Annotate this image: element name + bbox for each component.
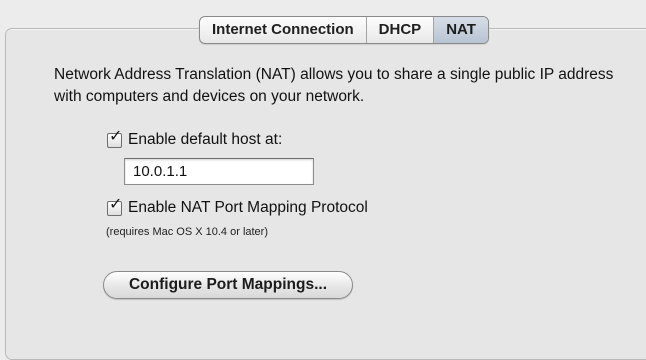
default-host-checkbox-row[interactable]: ✓ Enable default host at: [107,128,283,149]
configure-port-mappings-button[interactable]: Configure Port Mappings... [103,271,353,299]
nat-description: Network Address Translation (NAT) allows… [54,66,614,105]
checkmark-icon: ✓ [109,127,123,145]
checkmark-icon: ✓ [109,195,123,213]
default-host-label: Enable default host at: [128,131,283,148]
tab-internet-connection[interactable]: Internet Connection [200,17,367,43]
tab-nat[interactable]: NAT [434,17,488,43]
default-host-checkbox[interactable]: ✓ [107,128,122,148]
nat-pmp-checkbox[interactable]: ✓ [107,196,122,216]
tab-dhcp[interactable]: DHCP [367,17,435,43]
segmented-tab-bar: Internet Connection DHCP NAT [199,16,489,44]
nat-pmp-checkbox-row[interactable]: ✓ Enable NAT Port Mapping Protocol [107,196,368,217]
nat-pmp-requirement-note: (requires Mac OS X 10.4 or later) [106,226,269,238]
default-host-ip-field[interactable] [124,158,314,185]
nat-pmp-label: Enable NAT Port Mapping Protocol [128,199,368,216]
